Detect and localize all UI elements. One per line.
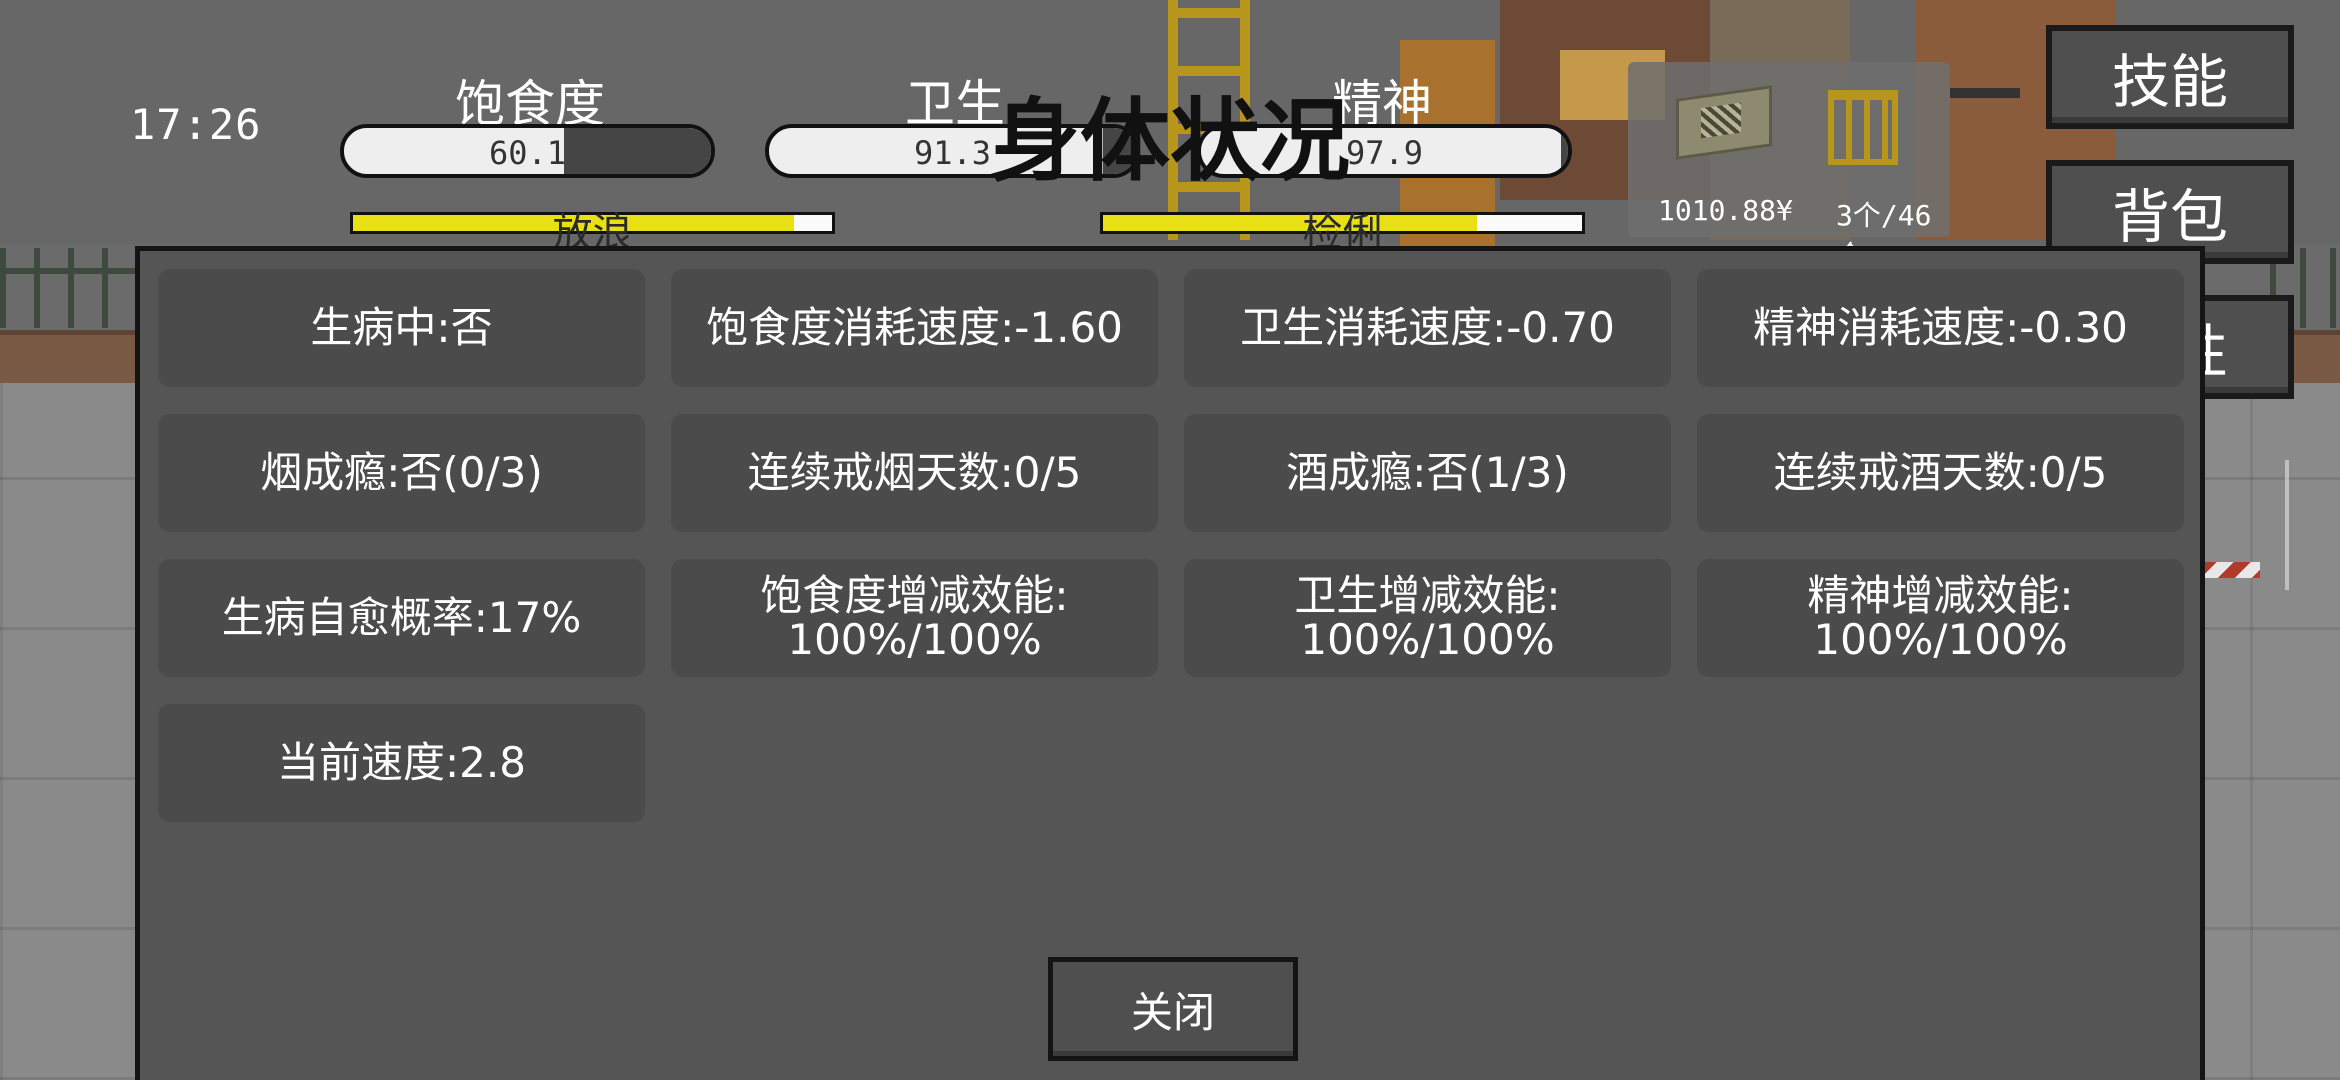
condition-cell: 精神增减效能: 100%/100% bbox=[1697, 559, 2184, 677]
condition-cell: 连续戒烟天数:0/5 bbox=[671, 414, 1158, 532]
condition-cell: 当前速度:2.8 bbox=[158, 704, 645, 822]
hygiene-value: 91.3 bbox=[913, 134, 992, 172]
condition-cell: 连续戒酒天数:0/5 bbox=[1697, 414, 2184, 532]
trash-bin-icon bbox=[1828, 90, 1898, 165]
spirit-bar: 97.9 bbox=[1197, 124, 1572, 178]
fence-rail bbox=[0, 268, 150, 274]
condition-cell: 卫生消耗速度:-0.70 bbox=[1184, 269, 1671, 387]
condition-grid: 生病中:否 饱食度消耗速度:-1.60 卫生消耗速度:-0.70 精神消耗速度:-0.… bbox=[158, 269, 2188, 822]
condition-cell: 精神消耗速度:-0.30 bbox=[1697, 269, 2184, 387]
condition-cell: 酒成瘾:否(1/3) bbox=[1184, 414, 1671, 532]
pipe bbox=[1950, 88, 2020, 98]
condition-cell: 饱食度增减效能: 100%/100% bbox=[671, 559, 1158, 677]
body-condition-dialog: 生病中:否 饱食度消耗速度:-1.60 卫生消耗速度:-0.70 精神消耗速度:-0.… bbox=[135, 246, 2205, 1080]
inventory-summary: 1010.88¥ 3个/46个 bbox=[1628, 62, 1950, 272]
condition-cell: 生病自愈概率:17% bbox=[158, 559, 645, 677]
condition-cell: 卫生增减效能: 100%/100% bbox=[1184, 559, 1671, 677]
close-button[interactable]: 关闭 bbox=[1048, 957, 1298, 1061]
hunger-bar: 60.1 bbox=[340, 124, 715, 178]
hunger-value: 60.1 bbox=[488, 134, 567, 172]
money-amount: 1010.88¥ bbox=[1658, 194, 1793, 227]
cash-icon bbox=[1676, 85, 1772, 160]
condition-cell: 烟成瘾:否(0/3) bbox=[158, 414, 645, 532]
fence bbox=[0, 248, 150, 328]
barrier bbox=[2200, 562, 2260, 578]
hygiene-bar: 91.3 bbox=[765, 124, 1140, 178]
condition-cell: 饱食度消耗速度:-1.60 bbox=[671, 269, 1158, 387]
skills-button[interactable]: 技能 bbox=[2046, 25, 2294, 129]
spirit-value: 97.9 bbox=[1345, 134, 1424, 172]
power-pylon bbox=[2285, 460, 2340, 590]
condition-cell: 生病中:否 bbox=[158, 269, 645, 387]
game-clock: 17:26 bbox=[130, 100, 262, 149]
